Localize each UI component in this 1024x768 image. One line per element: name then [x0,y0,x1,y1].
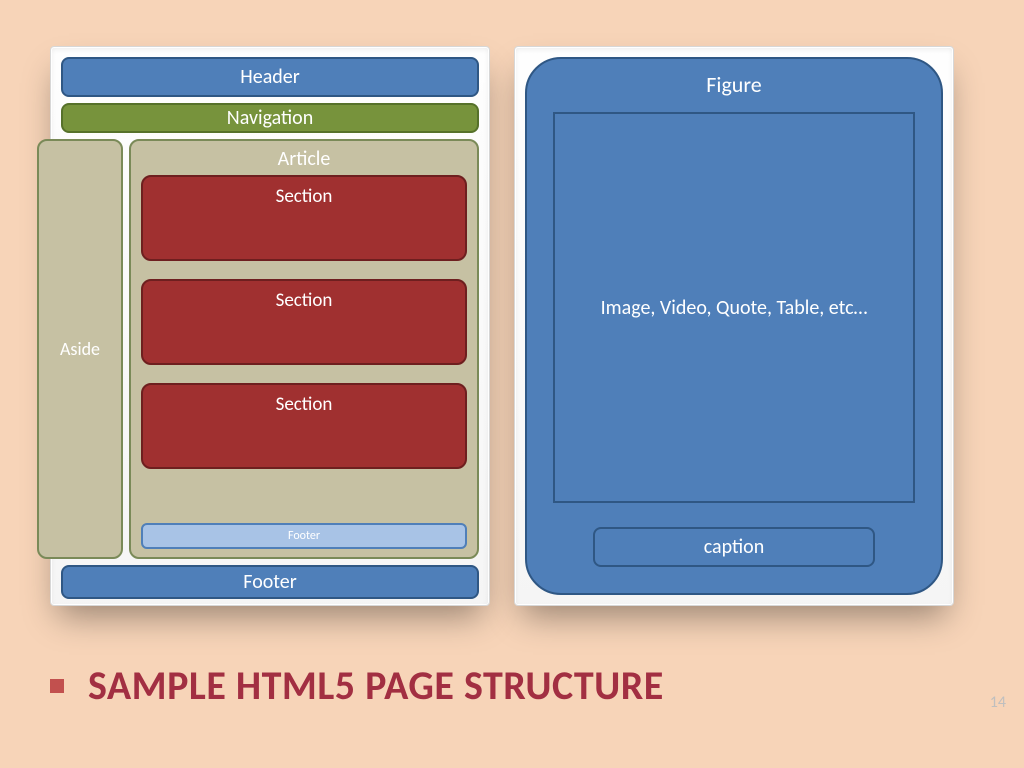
figure-caption-box: caption [593,527,875,567]
aside-box: Aside [37,139,123,559]
article-footer-box: Footer [141,523,467,549]
navigation-box: Navigation [61,103,479,133]
page-footer-box: Footer [61,565,479,599]
figure-box: Figure Image, Video, Quote, Table, etc… … [525,57,943,595]
figure-media-box: Image, Video, Quote, Table, etc… [553,112,915,503]
article-box: Article Section Section Section Footer [129,139,479,559]
page-number: 14 [990,693,1006,712]
figure-label: Figure [706,71,761,98]
figure-frame: Figure Image, Video, Quote, Table, etc… … [514,46,954,606]
article-label: Article [141,147,467,171]
section-box: Section [141,175,467,261]
section-box: Section [141,383,467,469]
slide-title-row: SAMPLE HTML5 PAGE STRUCTURE [50,661,974,710]
page-structure-frame: Header Navigation Aside Article Section … [50,46,490,606]
section-box: Section [141,279,467,365]
header-box: Header [61,57,479,97]
bullet-icon [50,679,64,693]
slide-title: SAMPLE HTML5 PAGE STRUCTURE [88,661,664,710]
